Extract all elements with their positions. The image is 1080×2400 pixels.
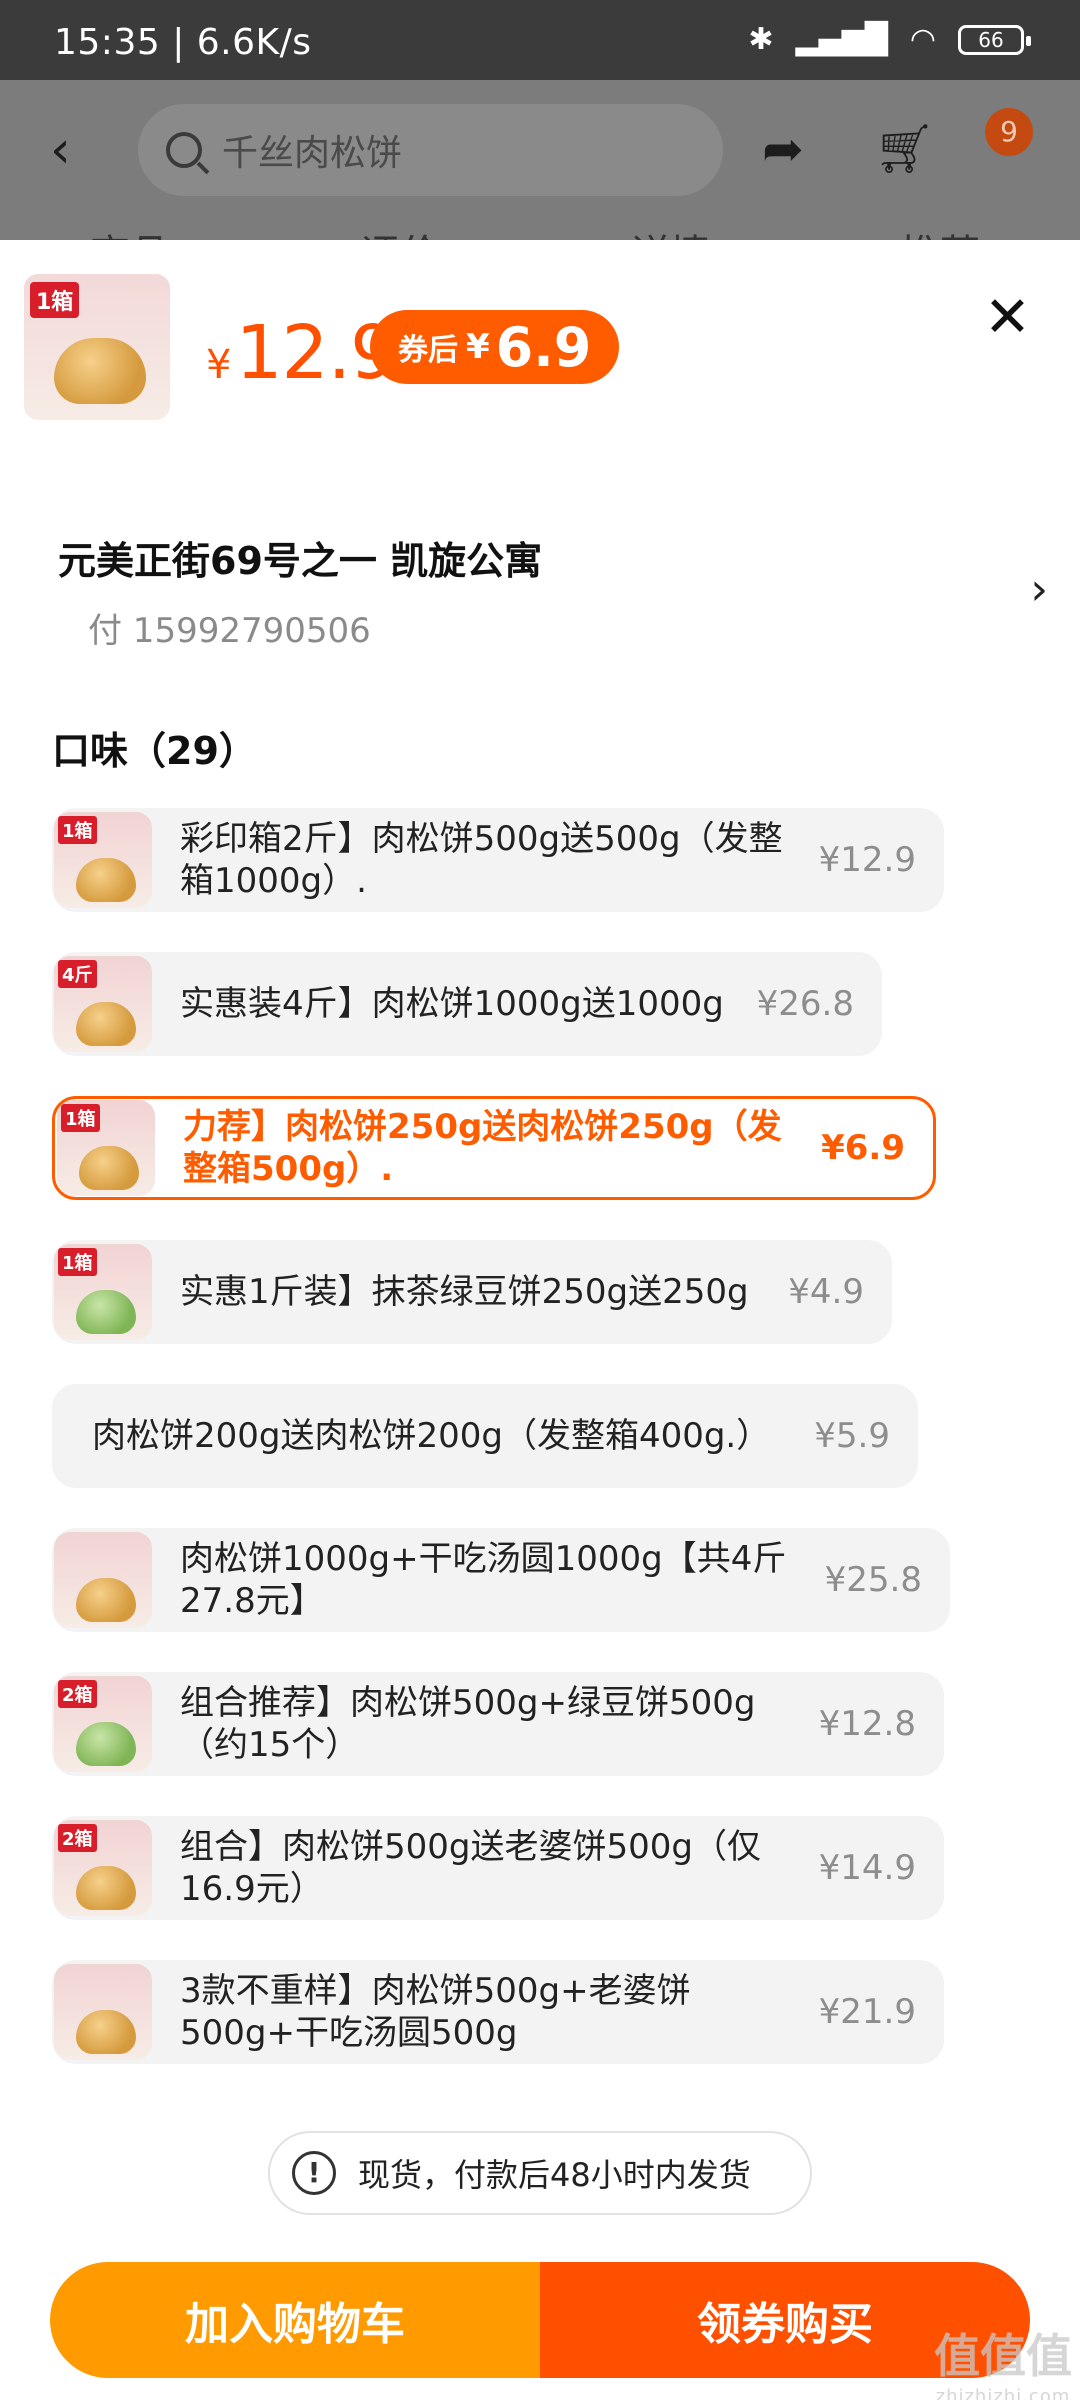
option-label: 组合】肉松饼500g送老婆饼500g（仅16.9元） <box>180 1827 761 1909</box>
option-label: 实惠装4斤】肉松饼1000g送1000g <box>180 984 724 1024</box>
status-bar: 15:35 | 6.6K/s ✱ ▂▄▆█ ◠ 66 <box>0 0 1080 80</box>
option-thumbnail: 1箱 <box>54 812 152 908</box>
wifi-icon: ◠ <box>909 22 936 57</box>
address-phone: 付 15992790506 <box>88 611 371 651</box>
cake-image <box>76 1866 136 1910</box>
bluetooth-icon: ✱ <box>748 22 774 57</box>
coupon-label: 券后 <box>398 333 458 368</box>
battery-icon: 66 <box>958 24 1031 55</box>
cake-image <box>76 858 136 902</box>
coupon-price-badge: 券后 ¥ 6.9 <box>370 310 620 384</box>
search-placeholder: 千丝肉松饼 <box>222 133 403 174</box>
option-item[interactable]: 4斤 实惠装4斤】肉松饼1000g送1000g ¥26.8 <box>52 952 882 1056</box>
option-price: ¥21.9 <box>818 1992 916 2032</box>
thumb-tag: 1箱 <box>30 282 80 318</box>
watermark-site: zhizhizhi.com <box>935 2386 1071 2400</box>
option-tag: 4斤 <box>58 960 97 988</box>
address-line: 元美正街69号之一 凯旋公寓 <box>58 539 543 583</box>
option-item[interactable]: 3款不重样】肉松饼500g+老婆饼500g+干吃汤圆500g ¥21.9 <box>52 1960 944 2064</box>
option-thumbnail: 4斤 <box>54 956 152 1052</box>
status-icons: ✱ ▂▄▆█ ◠ 66 <box>748 22 1031 57</box>
option-price: ¥6.9 <box>821 1128 905 1168</box>
option-thumbnail: 1箱 <box>57 1100 155 1196</box>
option-price: ¥5.9 <box>814 1416 890 1456</box>
background-page: 15:35 | 6.6K/s ✱ ▂▄▆█ ◠ 66 ‹ 千丝肉松饼 ➦ 🛒︎ … <box>0 0 1080 242</box>
option-price: ¥4.9 <box>788 1272 864 1312</box>
notice-text: 现货，付款后48小时内发货 <box>358 2156 751 2194</box>
option-label: 肉松饼1000g+干吃汤圆1000g【共4斤27.8元】 <box>180 1539 787 1621</box>
search-input[interactable]: 千丝肉松饼 <box>138 104 723 196</box>
flavor-section-title: 口味（29） <box>52 729 257 773</box>
option-item[interactable]: 1箱 实惠1斤装】抹茶绿豆饼250g送250g ¥4.9 <box>52 1240 892 1344</box>
product-thumbnail[interactable]: 1箱 <box>24 274 170 420</box>
tab-recommend[interactable]: 推荐 <box>900 222 980 242</box>
option-price: ¥25.8 <box>824 1560 922 1600</box>
watermark-logo: 值值值 <box>934 2329 1072 2383</box>
chevron-right-icon: › <box>1030 564 1048 615</box>
option-thumbnail: 2箱 <box>54 1676 152 1772</box>
cake-image <box>79 1146 139 1190</box>
tab-reviews[interactable]: 评价 <box>360 222 440 242</box>
cake-image <box>76 2010 136 2054</box>
option-tag: 1箱 <box>61 1104 100 1132</box>
cake-image <box>76 1002 136 1046</box>
option-tag: 1箱 <box>58 1248 97 1276</box>
option-tag: 2箱 <box>58 1680 97 1708</box>
option-thumbnail <box>54 1532 152 1628</box>
option-item[interactable]: 2箱 组合】肉松饼500g送老婆饼500g（仅16.9元） ¥14.9 <box>52 1816 944 1920</box>
option-item[interactable]: 肉松饼200g送肉松饼200g（发整箱400g.） ¥5.9 <box>52 1384 918 1488</box>
shipping-notice: ! 现货，付款后48小时内发货 <box>268 2131 812 2215</box>
option-label: 力荐】肉松饼250g送肉松饼250g（发整箱500g）. <box>183 1107 782 1189</box>
back-icon[interactable]: ‹ <box>50 120 71 180</box>
cake-image <box>76 1722 136 1766</box>
status-time: 15:35 | 6.6K/s <box>54 22 312 63</box>
option-tag: 2箱 <box>58 1824 97 1852</box>
option-thumbnail <box>54 1964 152 2060</box>
signal-icon: ▂▄▆█ <box>795 22 888 57</box>
option-item[interactable]: 1箱 彩印箱2斤】肉松饼500g送500g（发整箱1000g）. ¥12.9 <box>52 808 944 912</box>
coupon-symbol: ¥ <box>466 327 490 367</box>
sku-sheet: 1箱 ¥ 12.9 券后 ¥ 6.9 ✕ 元美正街69号之一 凯旋公寓 付 15… <box>0 240 1080 2400</box>
option-item-selected[interactable]: 1箱 力荐】肉松饼250g送肉松饼250g（发整箱500g）. ¥6.9 <box>52 1096 936 1200</box>
option-item[interactable]: 2箱 组合推荐】肉松饼500g+绿豆饼500g（约15个） ¥12.8 <box>52 1672 944 1776</box>
nav-bar: ‹ 千丝肉松饼 ➦ 🛒︎ 9 商品 评价 详情 推荐 <box>0 80 1080 242</box>
option-label: 彩印箱2斤】肉松饼500g送500g（发整箱1000g）. <box>180 819 783 901</box>
price: ¥ 12.9 <box>206 310 397 396</box>
info-icon: ! <box>292 2151 336 2195</box>
add-to-cart-button[interactable]: 加入购物车 <box>50 2262 540 2378</box>
option-thumbnail: 1箱 <box>54 1244 152 1340</box>
close-icon[interactable]: ✕ <box>984 290 1031 346</box>
option-price: ¥12.8 <box>818 1704 916 1744</box>
tab-strip: 商品 评价 详情 推荐 <box>0 222 1080 242</box>
option-price: ¥14.9 <box>818 1848 916 1888</box>
option-label: 实惠1斤装】抹茶绿豆饼250g送250g <box>180 1272 749 1312</box>
option-tag: 1箱 <box>58 816 97 844</box>
price-symbol: ¥ <box>206 342 232 388</box>
watermark: 值值值 zhizhizhi.com <box>934 2320 1072 2400</box>
cake-image <box>54 338 146 404</box>
option-price: ¥12.9 <box>818 840 916 880</box>
action-buttons: 加入购物车 领券购买 <box>50 2262 1030 2378</box>
tab-product[interactable]: 商品 <box>90 222 170 242</box>
option-item[interactable]: 肉松饼1000g+干吃汤圆1000g【共4斤27.8元】 ¥25.8 <box>52 1528 950 1632</box>
search-icon <box>166 132 202 168</box>
option-label: 组合推荐】肉松饼500g+绿豆饼500g（约15个） <box>180 1683 756 1765</box>
cart-icon[interactable]: 🛒︎ <box>874 120 935 177</box>
tab-details[interactable]: 详情 <box>630 222 710 242</box>
cake-image <box>76 1290 136 1334</box>
cake-image <box>76 1578 136 1622</box>
coupon-price: 6.9 <box>495 315 592 379</box>
option-label: 肉松饼200g送肉松饼200g（发整箱400g.） <box>92 1416 771 1456</box>
cart-badge[interactable]: 9 <box>985 108 1033 156</box>
share-icon[interactable]: ➦ <box>762 120 804 178</box>
address-selector[interactable]: 元美正街69号之一 凯旋公寓 付 15992790506 › <box>58 530 1048 651</box>
option-price: ¥26.8 <box>756 984 854 1024</box>
option-thumbnail: 2箱 <box>54 1820 152 1916</box>
option-label: 3款不重样】肉松饼500g+老婆饼500g+干吃汤圆500g <box>180 1971 691 2053</box>
